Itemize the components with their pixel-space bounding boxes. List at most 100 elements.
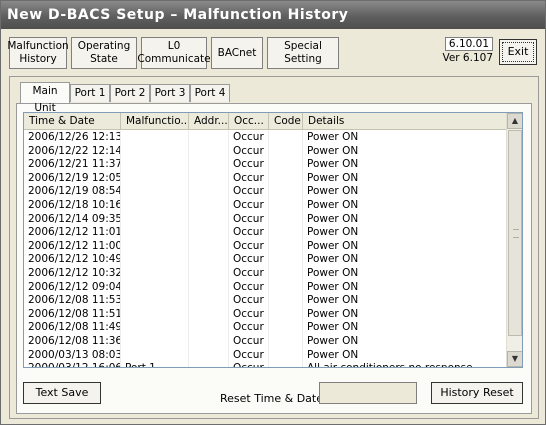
exit-button[interactable]: Exit <box>499 39 537 65</box>
tab-port-3[interactable]: Port 3 <box>150 84 190 102</box>
cell-details: Power ON <box>307 280 359 293</box>
cell-time-date: 2006/12/12 11:00:59 <box>24 239 121 254</box>
column-header-code[interactable]: Code <box>269 113 303 130</box>
version-box: 6.10.01 <box>444 37 493 51</box>
cell-address <box>189 171 229 186</box>
column-header-occurrence[interactable]: Occ... <box>229 113 269 130</box>
table-row[interactable]: 2006/12/12 11:00:59 Occur Power ON <box>24 239 507 254</box>
cell-code <box>269 334 303 349</box>
tab-main-unit[interactable]: Main Unit <box>20 82 70 114</box>
cell-code <box>269 212 303 227</box>
cell-code <box>269 185 303 199</box>
cell-code <box>269 226 303 240</box>
operating-state-button[interactable]: Operating State <box>71 37 137 69</box>
cell-malfunction <box>121 334 189 349</box>
table-row[interactable]: 2006/12/26 12:13:19 Occur Power ON <box>24 131 507 145</box>
cell-malfunction <box>121 307 189 322</box>
cell-code <box>269 239 303 254</box>
toolbar: Malfunction History Operating State L0 C… <box>7 37 537 69</box>
cell-time-date: 2006/12/12 09:04:04 <box>24 280 121 295</box>
cell-time-date: 2006/12/21 11:37:41 <box>24 158 121 172</box>
bacnet-button[interactable]: BACnet <box>211 37 263 69</box>
cell-address <box>189 266 229 281</box>
cell-code <box>269 362 303 367</box>
table-row[interactable]: 2006/12/12 10:32:11 Occur Power ON <box>24 266 507 281</box>
cell-occurrence: Occur <box>229 266 269 281</box>
window-title: New D-BACS Setup – Malfunction History <box>1 1 545 29</box>
cell-malfunction: Port 1 <box>121 362 189 367</box>
column-header-details[interactable]: Details <box>303 113 507 130</box>
cell-occurrence: Occur <box>229 158 269 172</box>
cell-address <box>189 131 229 145</box>
cell-address <box>189 334 229 349</box>
table-row[interactable]: 2006/12/18 10:16:42 Occur Power ON <box>24 198 507 213</box>
tab-page-main-unit: Time & Date Malfunctio... Addr... Occ...… <box>16 103 532 414</box>
cell-address <box>189 294 229 308</box>
cell-malfunction <box>121 321 189 335</box>
cell-details: Power ON <box>307 144 359 157</box>
cell-time-date: 2006/12/19 08:54:58 <box>24 185 121 199</box>
cell-occurrence: Occur <box>229 348 269 363</box>
cell-occurrence: Occur <box>229 144 269 159</box>
table-row[interactable]: 2006/12/12 09:04:04 Occur Power ON <box>24 280 507 295</box>
cell-occurrence: Occur <box>229 185 269 199</box>
cell-occurrence: Occur <box>229 198 269 213</box>
table-row[interactable]: 2006/12/19 12:05:37 Occur Power ON <box>24 171 507 186</box>
cell-malfunction <box>121 198 189 213</box>
table-header: Time & Date Malfunctio... Addr... Occ...… <box>24 113 507 130</box>
scroll-down-arrow-icon[interactable]: ▼ <box>507 351 522 367</box>
table-row[interactable]: 2006/12/19 08:54:58 Occur Power ON <box>24 185 507 199</box>
history-reset-button[interactable]: History Reset <box>431 382 523 404</box>
tab-port-1[interactable]: Port 1 <box>70 84 110 102</box>
table-row[interactable]: 2006/12/08 11:36:34 Occur Power ON <box>24 334 507 349</box>
cell-malfunction <box>121 171 189 186</box>
cell-time-date: 2006/12/12 11:01:41 <box>24 226 121 240</box>
l0-communicate-button[interactable]: L0 Communicate <box>137 37 211 69</box>
reset-time-date-field[interactable] <box>319 382 417 404</box>
table-row[interactable]: 2006/12/12 11:01:41 Occur Power ON <box>24 226 507 240</box>
table-row[interactable]: 2006/12/14 09:35:10 Occur Power ON <box>24 212 507 227</box>
cell-details: Power ON <box>307 198 359 211</box>
table-row[interactable]: 2006/12/21 11:37:41 Occur Power ON <box>24 158 507 172</box>
table-row[interactable]: 2006/12/08 11:49:59 Occur Power ON <box>24 321 507 335</box>
history-table[interactable]: Time & Date Malfunctio... Addr... Occ...… <box>23 112 523 368</box>
cell-occurrence: Occur <box>229 131 269 145</box>
column-header-malfunction[interactable]: Malfunctio... <box>121 113 189 130</box>
cell-malfunction <box>121 348 189 363</box>
cell-details: Power ON <box>307 158 359 171</box>
cell-code <box>269 266 303 281</box>
cell-time-date: 2006/12/14 09:35:10 <box>24 212 121 227</box>
cell-time-date: 2000/03/12 16:06:39 <box>24 362 121 367</box>
table-body: 2006/12/26 12:13:19OccurPower ON 2006/12/… <box>24 131 507 367</box>
cell-details: Power ON <box>307 348 359 361</box>
cell-time-date: 2006/12/08 11:53:08 <box>24 294 121 308</box>
table-row[interactable]: 2006/12/12 10:49:27 Occur Power ON <box>24 253 507 267</box>
text-save-button[interactable]: Text Save <box>23 382 101 404</box>
cell-time-date: 2006/12/08 11:51:41 <box>24 307 121 322</box>
table-row[interactable]: 2006/12/08 11:51:41 Occur Power ON <box>24 307 507 322</box>
vertical-scrollbar[interactable]: ▲ ▼ <box>506 113 522 367</box>
cell-address <box>189 253 229 267</box>
cell-malfunction <box>121 266 189 281</box>
malfunction-history-button[interactable]: Malfunction History <box>7 37 69 69</box>
tab-port-2[interactable]: Port 2 <box>110 84 150 102</box>
cell-malfunction <box>121 253 189 267</box>
column-header-address[interactable]: Addr... <box>189 113 229 130</box>
table-row[interactable]: 2000/03/12 16:06:39Port 1 Occur All air co… <box>24 362 507 367</box>
cell-malfunction <box>121 239 189 254</box>
cell-details: Power ON <box>307 212 359 225</box>
cell-code <box>269 307 303 322</box>
cell-time-date: 2000/03/13 08:03:45 <box>24 348 121 363</box>
scrollbar-thumb[interactable] <box>508 130 522 336</box>
cell-malfunction <box>121 131 189 145</box>
table-row[interactable]: 2006/12/08 11:53:08 Occur Power ON <box>24 294 507 308</box>
scroll-up-arrow-icon[interactable]: ▲ <box>507 113 522 129</box>
special-setting-button[interactable]: Special Setting <box>267 37 339 69</box>
table-row[interactable]: 2006/12/22 12:14:02 Occur Power ON <box>24 144 507 159</box>
cell-details: Power ON <box>307 321 359 334</box>
cell-code <box>269 253 303 267</box>
tab-port-4[interactable]: Port 4 <box>190 84 230 102</box>
table-row[interactable]: 2000/03/13 08:03:45 Occur Power ON <box>24 348 507 363</box>
cell-address <box>189 321 229 335</box>
cell-occurrence: Occur <box>229 280 269 295</box>
